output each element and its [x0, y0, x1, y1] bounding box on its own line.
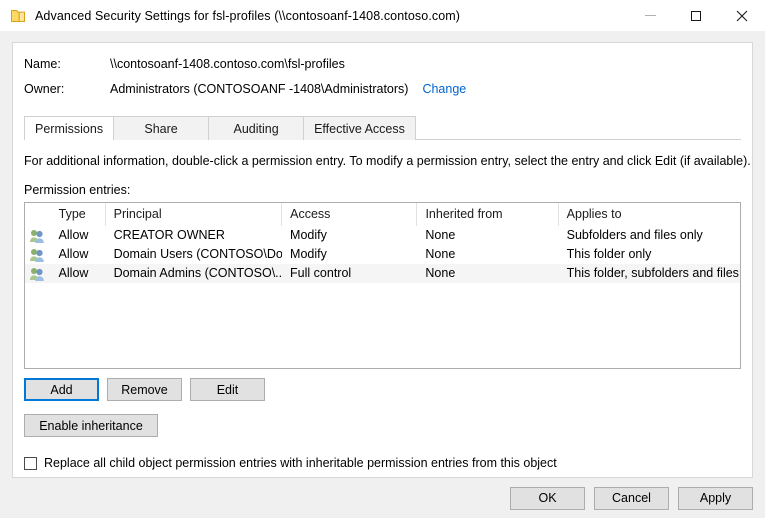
close-icon [736, 10, 748, 22]
table-row[interactable]: Allow CREATOR OWNER Modify None Subfolde… [25, 226, 740, 245]
tab-strip: Permissions Share Auditing Effective Acc… [13, 116, 752, 140]
row-principal: CREATOR OWNER [106, 226, 282, 245]
row-icon-cell [25, 226, 51, 245]
entry-actions: Add Remove Edit [24, 378, 741, 401]
row-inherited-from: None [417, 245, 558, 264]
cancel-button[interactable]: Cancel [594, 487, 669, 510]
maximize-button[interactable] [673, 0, 719, 31]
row-inherited-from: None [417, 226, 558, 245]
window-controls [627, 0, 765, 31]
name-label: Name: [24, 57, 110, 71]
header-info: Name: \\contosoanf-1408.contoso.com\fsl-… [13, 43, 752, 107]
change-owner-link[interactable]: Change [422, 82, 466, 96]
name-value: \\contosoanf-1408.contoso.com\fsl-profil… [110, 57, 345, 71]
dialog-footer: OK Cancel Apply [0, 478, 765, 518]
window-title: Advanced Security Settings for fsl-profi… [35, 9, 460, 23]
row-icon-cell [25, 245, 51, 264]
permission-entries-label: Permission entries: [24, 183, 741, 197]
hint-text: For additional information, double-click… [24, 154, 741, 168]
tab-permissions[interactable]: Permissions [24, 116, 114, 140]
table-header: Type Principal Access Inherited from App… [25, 203, 740, 226]
minimize-button[interactable] [627, 0, 673, 31]
row-applies-to: Subfolders and files only [559, 226, 740, 245]
row-type: Allow [51, 245, 106, 264]
table-row[interactable]: Allow Domain Users (CONTOSO\Do... Modify… [25, 245, 740, 264]
close-button[interactable] [719, 0, 765, 31]
row-principal: Domain Users (CONTOSO\Do... [106, 245, 282, 264]
maximize-icon [691, 11, 701, 21]
owner-value: Administrators (CONTOSOANF -1408\Adminis… [110, 82, 408, 96]
permissions-panel: For additional information, double-click… [13, 154, 752, 470]
inheritance-actions: Enable inheritance [24, 414, 741, 437]
column-header-inherited-from[interactable]: Inherited from [417, 203, 558, 226]
row-principal: Domain Admins (CONTOSO\... [106, 264, 282, 283]
group-icon [29, 266, 45, 282]
group-icon [29, 247, 45, 263]
edit-button[interactable]: Edit [190, 378, 265, 401]
group-icon [29, 228, 45, 244]
column-header-applies-to[interactable]: Applies to [559, 203, 740, 226]
remove-button[interactable]: Remove [107, 378, 182, 401]
replace-permissions-label: Replace all child object permission entr… [44, 456, 557, 470]
enable-inheritance-button[interactable]: Enable inheritance [24, 414, 158, 437]
minimize-icon [645, 15, 656, 16]
tab-share[interactable]: Share [113, 116, 209, 140]
dialog-card: Name: \\contosoanf-1408.contoso.com\fsl-… [12, 42, 753, 478]
owner-row: Owner: Administrators (CONTOSOANF -1408\… [13, 82, 752, 107]
tab-auditing[interactable]: Auditing [208, 116, 304, 140]
row-icon-cell [25, 264, 51, 283]
folder-icon [10, 8, 26, 24]
column-header-type[interactable]: Type [51, 203, 106, 226]
replace-permissions-checkbox[interactable] [24, 457, 37, 470]
title-bar: Advanced Security Settings for fsl-profi… [0, 0, 765, 31]
tab-permissions-label: Permissions [35, 122, 103, 136]
permission-entries-list[interactable]: Type Principal Access Inherited from App… [24, 202, 741, 369]
column-header-access[interactable]: Access [282, 203, 417, 226]
tab-share-label: Share [144, 122, 177, 136]
column-header-principal[interactable]: Principal [106, 203, 282, 226]
row-access: Modify [282, 226, 417, 245]
tab-effective-access[interactable]: Effective Access [303, 116, 416, 140]
tab-auditing-label: Auditing [233, 122, 278, 136]
row-type: Allow [51, 226, 106, 245]
column-header-icon [25, 203, 51, 226]
name-row: Name: \\contosoanf-1408.contoso.com\fsl-… [13, 57, 752, 82]
row-access: Full control [282, 264, 417, 283]
apply-button[interactable]: Apply [678, 487, 753, 510]
ok-button[interactable]: OK [510, 487, 585, 510]
owner-label: Owner: [24, 82, 110, 96]
row-applies-to: This folder, subfolders and files [559, 264, 740, 283]
row-inherited-from: None [417, 264, 558, 283]
replace-permissions-row[interactable]: Replace all child object permission entr… [24, 456, 741, 470]
row-access: Modify [282, 245, 417, 264]
row-applies-to: This folder only [559, 245, 740, 264]
table-row[interactable]: Allow Domain Admins (CONTOSO\... Full co… [25, 264, 740, 283]
add-button[interactable]: Add [24, 378, 99, 401]
row-type: Allow [51, 264, 106, 283]
tab-effective-access-label: Effective Access [314, 122, 405, 136]
